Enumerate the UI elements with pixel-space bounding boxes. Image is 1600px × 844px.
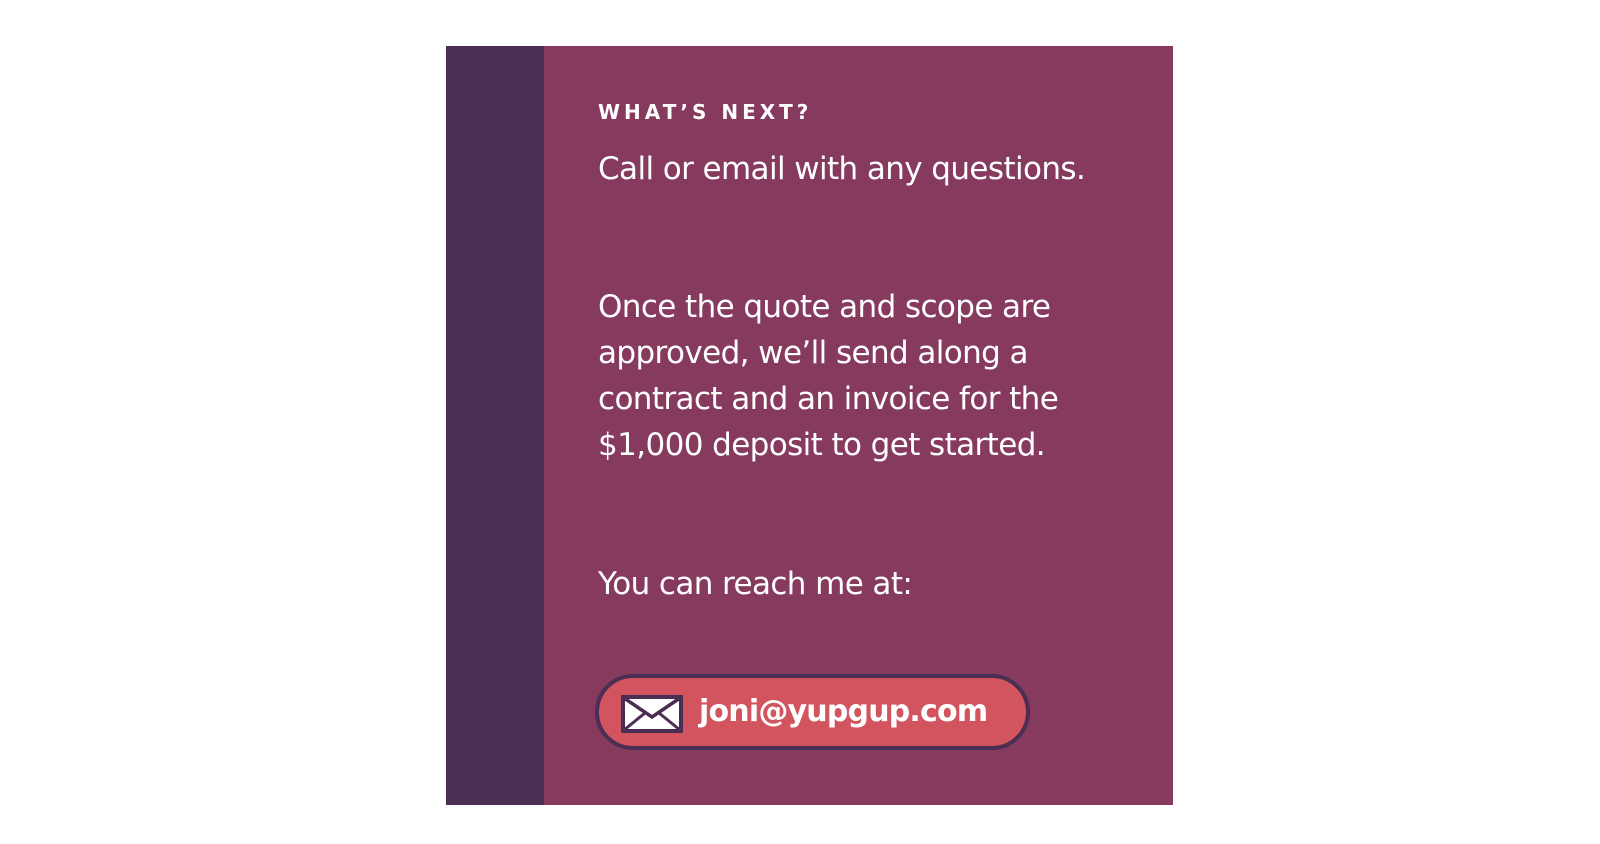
reach-me-paragraph: You can reach me at:	[598, 566, 913, 602]
envelope-icon	[621, 695, 683, 733]
questions-paragraph: Call or email with any questions.	[598, 151, 1086, 187]
email-address: joni@yupgup.com	[699, 694, 988, 729]
whats-next-card: WHAT’S NEXT? Call or email with any ques…	[446, 46, 1173, 805]
email-button[interactable]: joni@yupgup.com	[595, 674, 1030, 750]
side-accent-bar	[446, 46, 544, 805]
section-heading: WHAT’S NEXT?	[598, 100, 813, 124]
approval-paragraph: Once the quote and scope are approved, w…	[598, 289, 1059, 463]
